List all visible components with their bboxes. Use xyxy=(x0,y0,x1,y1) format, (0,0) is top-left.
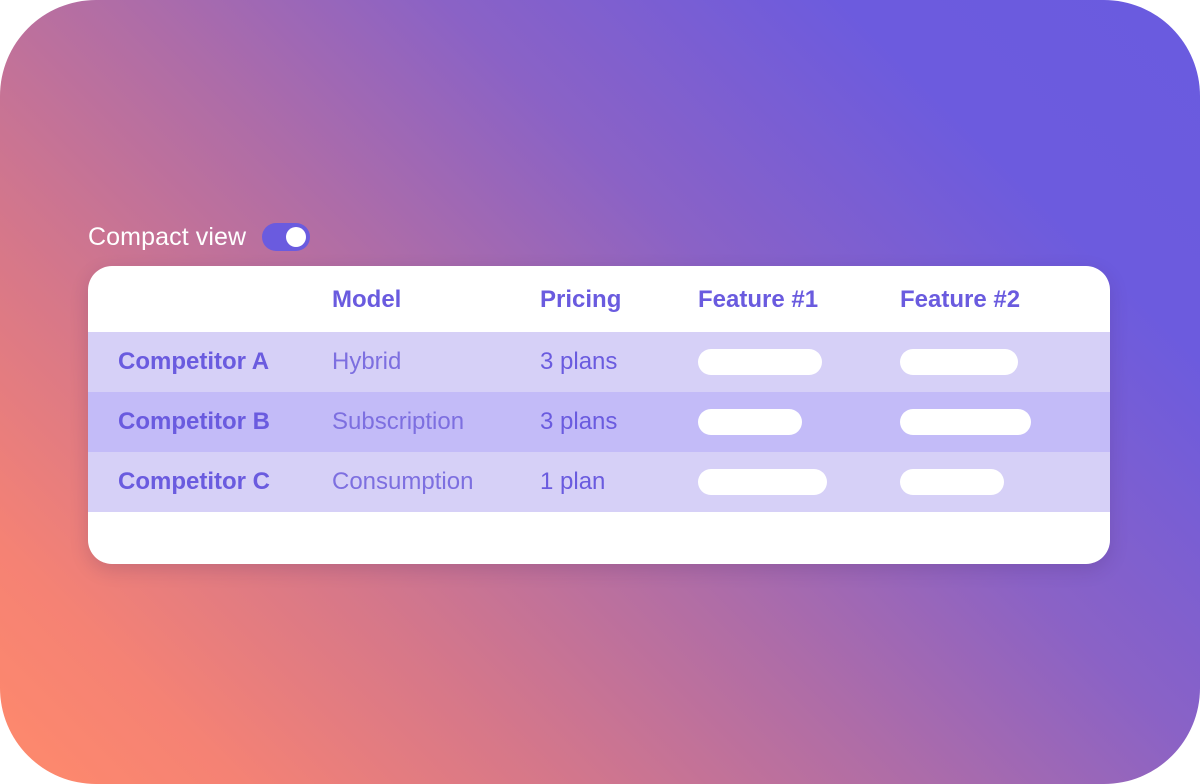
gradient-background: Compact view Model Pricing Feature #1 Fe… xyxy=(0,0,1200,784)
model-cell: Hybrid xyxy=(332,348,402,375)
feature-1-placeholder-bar xyxy=(698,349,822,375)
feature-2-placeholder-bar xyxy=(900,349,1018,375)
table-row[interactable]: Competitor C Consumption 1 plan xyxy=(88,452,1110,512)
pricing-cell: 3 plans xyxy=(540,348,618,375)
model-cell: Consumption xyxy=(332,468,474,495)
pricing-cell: 3 plans xyxy=(540,408,618,435)
header-feature-1[interactable]: Feature #1 xyxy=(698,286,818,314)
compact-view-label: Compact view xyxy=(88,222,247,251)
comparison-table: Model Pricing Feature #1 Feature #2 Comp… xyxy=(88,266,1110,564)
competitor-name: Competitor A xyxy=(118,348,270,375)
header-model[interactable]: Model xyxy=(332,286,401,314)
table-row[interactable]: Competitor A Hybrid 3 plans xyxy=(88,332,1110,392)
feature-1-placeholder-bar xyxy=(698,409,802,435)
table-row[interactable]: Competitor B Subscription 3 plans xyxy=(88,392,1110,452)
competitor-name: Competitor C xyxy=(118,468,270,495)
pricing-cell: 1 plan xyxy=(540,468,606,495)
header-pricing[interactable]: Pricing xyxy=(540,286,621,314)
competitor-name: Competitor B xyxy=(118,408,270,435)
model-cell: Subscription xyxy=(332,408,465,435)
feature-2-placeholder-bar xyxy=(900,409,1031,435)
toggle-switch-icon xyxy=(286,227,307,247)
table-header-row: Model Pricing Feature #1 Feature #2 xyxy=(88,266,1110,332)
compact-view-toggle[interactable] xyxy=(262,223,311,251)
feature-2-placeholder-bar xyxy=(900,469,1004,495)
feature-1-placeholder-bar xyxy=(698,469,827,495)
compact-view-control: Compact view xyxy=(88,220,311,254)
header-feature-2[interactable]: Feature #2 xyxy=(900,286,1020,314)
